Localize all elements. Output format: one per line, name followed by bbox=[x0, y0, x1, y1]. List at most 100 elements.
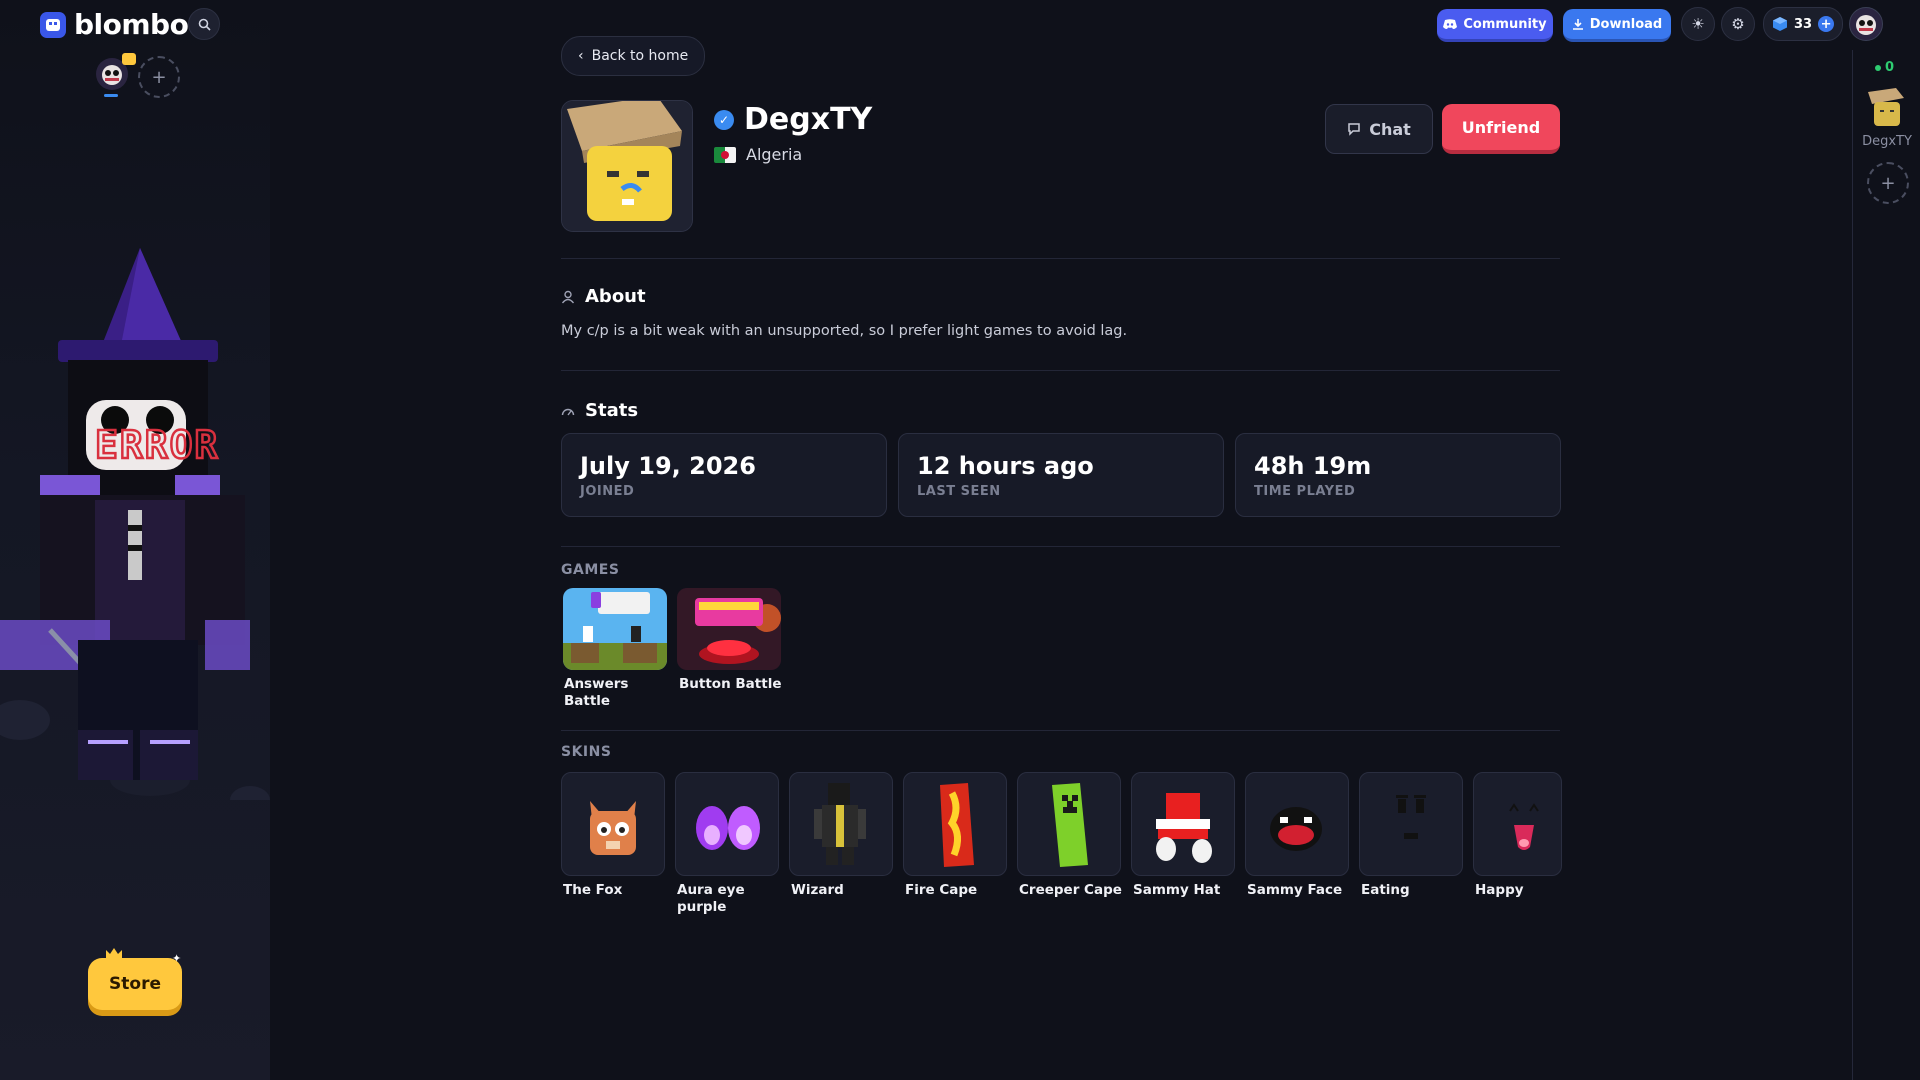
fox-skin-icon bbox=[590, 801, 636, 855]
add-avatar-slot[interactable]: + bbox=[138, 56, 180, 98]
sammy-face-skin-icon bbox=[1270, 807, 1322, 851]
user-icon bbox=[561, 290, 575, 303]
aura-eye-skin-icon bbox=[696, 806, 760, 850]
algeria-flag-icon bbox=[714, 146, 736, 163]
country-name: Algeria bbox=[746, 145, 803, 164]
chat-bubble-icon bbox=[1348, 123, 1360, 136]
skin-card-fire-cape[interactable] bbox=[903, 772, 1007, 876]
download-icon bbox=[1572, 19, 1583, 30]
skin-name[interactable]: Wizard bbox=[791, 882, 895, 899]
chat-label: Chat bbox=[1369, 119, 1411, 139]
add-friend-slot[interactable]: + bbox=[1867, 162, 1909, 204]
search-icon bbox=[198, 18, 211, 31]
friend-name[interactable]: DegxTY bbox=[1853, 134, 1920, 149]
divider bbox=[561, 370, 1560, 371]
sun-icon: ☀ bbox=[1691, 15, 1705, 33]
gems-count: 33 bbox=[1794, 16, 1813, 32]
skin-name[interactable]: Happy bbox=[1475, 882, 1560, 899]
skin-card-the-fox[interactable] bbox=[561, 772, 665, 876]
skin-name[interactable]: Sammy Hat bbox=[1133, 882, 1237, 899]
sparkle-icon: ✦ bbox=[172, 952, 182, 965]
avatar-badge-text: ERROR bbox=[95, 423, 219, 467]
profile-avatar bbox=[561, 100, 693, 232]
sammy-hat-skin-icon bbox=[1156, 793, 1212, 863]
skin-card-sammy-hat[interactable] bbox=[1131, 772, 1235, 876]
skin-card-eating[interactable] bbox=[1359, 772, 1463, 876]
stat-value: 48h 19m bbox=[1254, 452, 1372, 480]
game-name[interactable]: Button Battle bbox=[679, 676, 783, 693]
skin-name[interactable]: Sammy Face bbox=[1247, 882, 1351, 899]
username: DegxTY bbox=[744, 102, 873, 137]
profile-avatar-button[interactable] bbox=[1849, 7, 1883, 41]
wizard-skin-icon bbox=[814, 783, 866, 865]
crown-icon bbox=[106, 948, 122, 958]
gem-cube-icon bbox=[1773, 17, 1787, 31]
gear-icon: ⚙ bbox=[1731, 15, 1745, 33]
skin-card-sammy-face[interactable] bbox=[1245, 772, 1349, 876]
store-label: Store bbox=[109, 974, 161, 994]
stat-value: 12 hours ago bbox=[917, 452, 1094, 480]
skin-name[interactable]: The Fox bbox=[563, 882, 667, 899]
stat-card-last-seen: 12 hours ago LAST SEEN bbox=[898, 433, 1224, 517]
friend-avatar[interactable] bbox=[1866, 88, 1906, 128]
theme-toggle-button[interactable]: ☀ bbox=[1681, 7, 1715, 41]
unfriend-label: Unfriend bbox=[1461, 117, 1541, 137]
add-gems-icon[interactable]: + bbox=[1818, 16, 1835, 32]
skin-name[interactable]: Aura eye purple bbox=[677, 882, 781, 916]
about-text: My c/p is a bit weak with an unsupported… bbox=[561, 323, 1128, 339]
app-name: blombo bbox=[74, 8, 189, 41]
download-button[interactable]: Download bbox=[1563, 9, 1671, 42]
divider bbox=[561, 546, 1560, 547]
profile-name: ✓ DegxTY bbox=[714, 102, 872, 137]
plus-icon: + bbox=[1880, 172, 1896, 194]
fire-cape-skin-icon bbox=[940, 783, 974, 867]
button-battle-thumbnail bbox=[677, 588, 781, 670]
friend-avatar-image bbox=[1868, 88, 1904, 126]
chat-button[interactable]: Chat bbox=[1325, 104, 1433, 154]
online-friends-count: 0 bbox=[1875, 60, 1894, 75]
game-card-answers-battle[interactable] bbox=[563, 588, 667, 670]
stats-heading: Stats bbox=[561, 400, 638, 421]
creeper-cape-skin-icon bbox=[1052, 783, 1088, 867]
crown-badge-icon bbox=[122, 53, 136, 65]
back-to-home-button[interactable]: ‹ Back to home bbox=[561, 36, 706, 76]
discord-icon bbox=[1443, 18, 1458, 29]
left-sidebar: blombo + ERROR Store ✦ bbox=[0, 0, 270, 1080]
game-card-button-battle[interactable] bbox=[677, 588, 781, 670]
unfriend-button[interactable]: Unfriend bbox=[1442, 104, 1560, 154]
game-name[interactable]: Answers Battle bbox=[564, 676, 668, 710]
plus-icon: + bbox=[151, 66, 167, 88]
search-button[interactable] bbox=[188, 8, 220, 40]
games-heading: GAMES bbox=[561, 562, 620, 578]
community-label: Community bbox=[1463, 16, 1547, 32]
stat-label: JOINED bbox=[580, 484, 635, 499]
happy-skin-icon bbox=[1509, 803, 1539, 850]
skin-name[interactable]: Fire Cape bbox=[905, 882, 1009, 899]
blombo-logo-icon bbox=[40, 11, 66, 38]
about-heading: About bbox=[561, 286, 646, 307]
app-logo[interactable]: blombo bbox=[40, 8, 189, 41]
stat-card-joined: July 19, 2026 JOINED bbox=[561, 433, 887, 517]
skin-name[interactable]: Creeper Cape bbox=[1019, 882, 1123, 899]
skin-name[interactable]: Eating bbox=[1361, 882, 1465, 899]
store-button[interactable]: Store bbox=[88, 958, 182, 1010]
skin-card-creeper-cape[interactable] bbox=[1017, 772, 1121, 876]
download-label: Download bbox=[1589, 16, 1663, 32]
stat-label: TIME PLAYED bbox=[1254, 484, 1356, 499]
answers-battle-thumbnail bbox=[563, 588, 667, 670]
stat-value: July 19, 2026 bbox=[580, 452, 756, 480]
profile-avatar-image bbox=[562, 101, 692, 231]
skin-card-wizard[interactable] bbox=[789, 772, 893, 876]
stat-card-time-played: 48h 19m TIME PLAYED bbox=[1235, 433, 1561, 517]
community-button[interactable]: Community bbox=[1437, 9, 1553, 42]
character-preview[interactable]: ERROR bbox=[0, 240, 270, 800]
skin-card-happy[interactable] bbox=[1473, 772, 1562, 876]
about-title: About bbox=[585, 286, 646, 307]
skins-heading: SKINS bbox=[561, 744, 612, 760]
online-count: 0 bbox=[1885, 60, 1895, 75]
eating-skin-icon bbox=[1396, 795, 1426, 839]
stat-label: LAST SEEN bbox=[917, 484, 1001, 499]
gems-balance[interactable]: 33 + bbox=[1763, 7, 1844, 41]
skin-card-aura-eye-purple[interactable] bbox=[675, 772, 779, 876]
settings-button[interactable]: ⚙ bbox=[1721, 7, 1755, 41]
